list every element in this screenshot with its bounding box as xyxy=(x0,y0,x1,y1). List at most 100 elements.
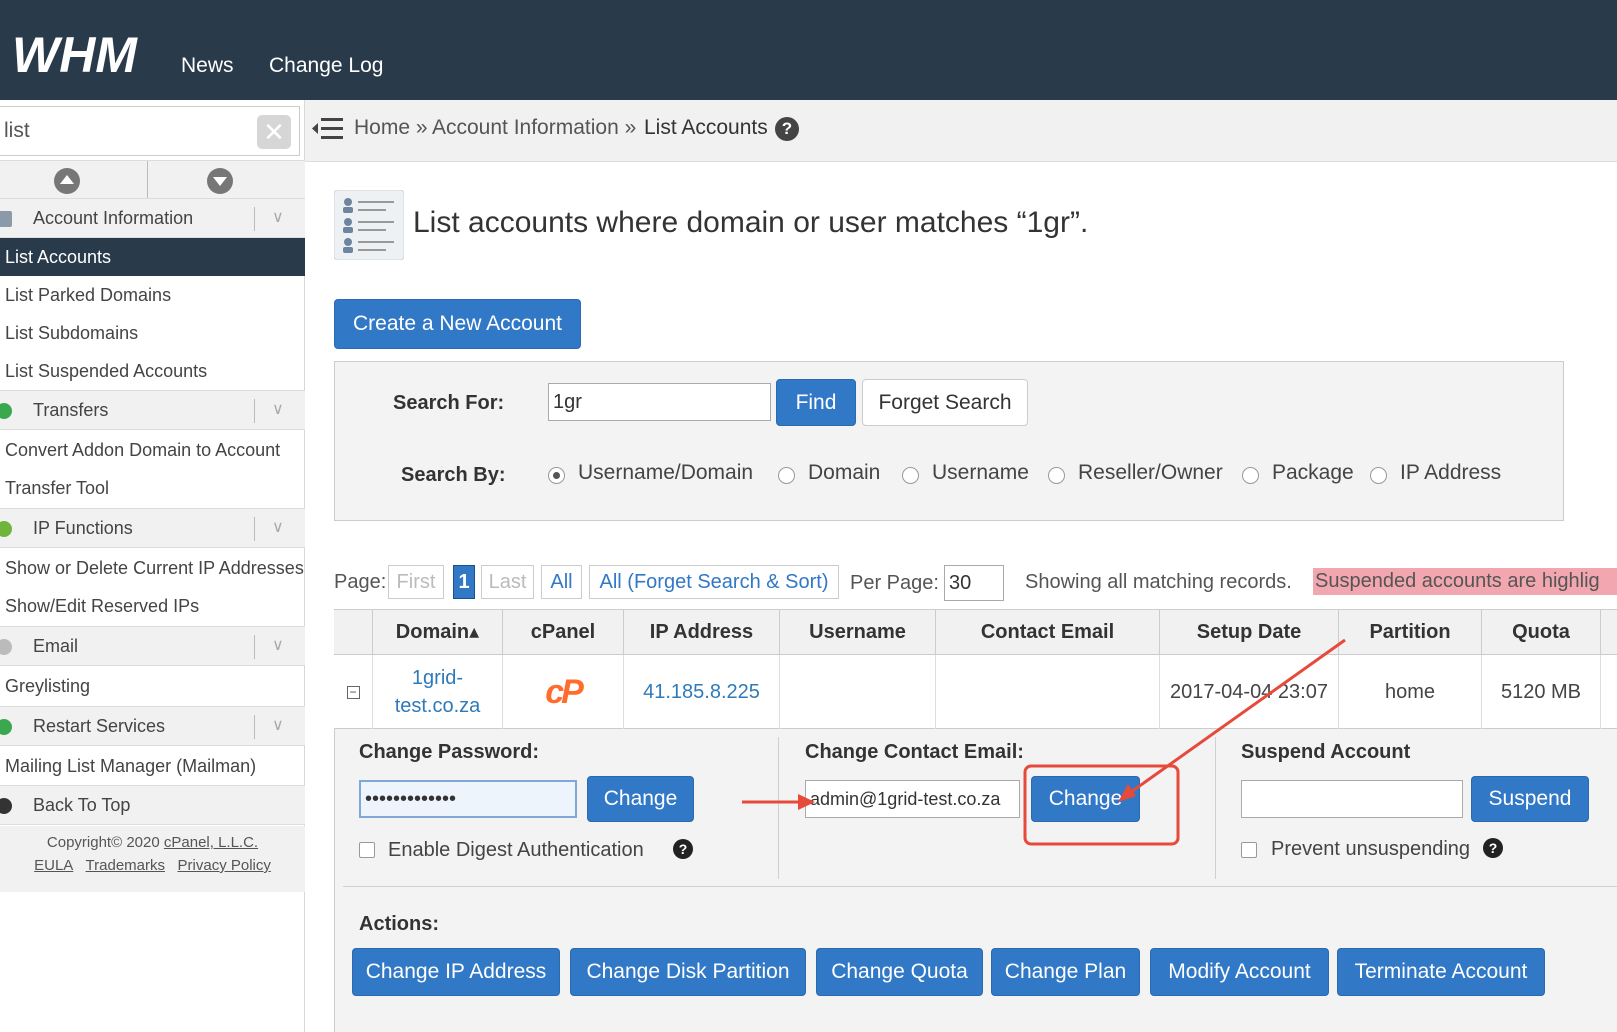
radio-label: IP Address xyxy=(1400,461,1502,484)
radio-domain[interactable] xyxy=(778,467,795,484)
domain-link[interactable]: 1grid- test.co.za xyxy=(373,655,503,729)
sidebar-item-convert-addon[interactable]: Convert Addon Domain to Account xyxy=(0,431,305,469)
sidebar-category-restart-services[interactable]: Restart Services ∨ xyxy=(0,706,305,746)
sidebar-item-show-delete-ips[interactable]: Show or Delete Current IP Addresses xyxy=(0,549,305,587)
breadcrumb-account-information[interactable]: Account Information » xyxy=(432,116,636,140)
sidebar-category-email[interactable]: Email ∨ xyxy=(0,626,305,666)
sidebar-item-reserved-ips[interactable]: Show/Edit Reserved IPs xyxy=(0,587,305,625)
breadcrumb: Home » Account Information » List Accoun… xyxy=(305,100,1617,162)
col-partition[interactable]: Partition xyxy=(1339,610,1482,656)
breadcrumb-home[interactable]: Home » xyxy=(354,116,428,140)
sidebar-item-transfer-tool[interactable]: Transfer Tool xyxy=(0,469,305,507)
sidebar-item-list-accounts[interactable]: List Accounts xyxy=(0,238,305,276)
help-icon[interactable]: ? xyxy=(1483,838,1503,858)
nav-change-log[interactable]: Change Log xyxy=(269,54,383,78)
col-username[interactable]: Username xyxy=(780,610,936,656)
suspend-button[interactable]: Suspend xyxy=(1471,776,1589,822)
col-domain[interactable]: Domain▴ xyxy=(373,610,503,656)
email-icon xyxy=(0,639,12,655)
setup-date-cell: 2017-04-04 23:07 xyxy=(1160,655,1339,729)
change-disk-partition-button[interactable]: Change Disk Partition xyxy=(570,948,806,996)
chevron-down-icon: ∨ xyxy=(272,519,284,536)
suspend-reason-input[interactable] xyxy=(1241,780,1463,818)
change-password-button[interactable]: Change xyxy=(587,776,694,822)
search-input[interactable] xyxy=(548,383,771,421)
col-ip-address[interactable]: IP Address xyxy=(624,610,780,656)
chevron-down-icon: ∨ xyxy=(272,637,284,654)
change-quota-button[interactable]: Change Quota xyxy=(816,948,983,996)
account-detail-panel: Change Password: Change Enable Digest Au… xyxy=(334,729,1617,1032)
nav-news[interactable]: News xyxy=(181,54,234,78)
page-label: Page: xyxy=(334,571,387,593)
ip-icon xyxy=(0,521,12,537)
col-contact-email[interactable]: Contact Email xyxy=(936,610,1160,656)
find-button[interactable]: Find xyxy=(776,379,856,426)
change-password-label: Change Password: xyxy=(359,741,540,763)
forget-search-button[interactable]: Forget Search xyxy=(862,379,1028,426)
eula-link[interactable]: EULA xyxy=(34,857,73,874)
partition-cell: home xyxy=(1339,655,1482,729)
trademarks-link[interactable]: Trademarks xyxy=(86,857,165,874)
change-email-button[interactable]: Change xyxy=(1031,776,1140,822)
chevron-down-icon: ∨ xyxy=(272,717,284,734)
digest-auth-label: Enable Digest Authentication xyxy=(388,839,644,861)
page-last-button[interactable]: Last xyxy=(481,565,534,599)
ip-address-link[interactable]: 41.185.8.225 xyxy=(624,655,780,729)
modify-account-button[interactable]: Modify Account xyxy=(1150,948,1329,996)
copyright-text: Copyright© 2020 xyxy=(46,834,160,851)
sidebar-item-list-subdomains[interactable]: List Subdomains xyxy=(0,314,305,352)
help-icon[interactable]: ? xyxy=(775,117,799,141)
radio-package[interactable] xyxy=(1242,467,1259,484)
col-setup-date[interactable]: Setup Date xyxy=(1160,610,1339,656)
prevent-unsuspend-checkbox[interactable] xyxy=(1241,842,1257,858)
create-account-button[interactable]: Create a New Account xyxy=(334,299,581,349)
radio-username-domain[interactable] xyxy=(548,467,565,484)
terminate-account-button[interactable]: Terminate Account xyxy=(1337,948,1545,996)
sidebar-category-account-information[interactable]: Account Information ∨ xyxy=(0,198,305,238)
row-collapse-icon[interactable]: − xyxy=(334,655,373,729)
accounts-table-header: Domain▴ cPanel IP Address Username Conta… xyxy=(334,609,1617,656)
page-all-forget-button[interactable]: All (Forget Search & Sort) xyxy=(589,565,839,599)
suspended-note: Suspended accounts are highlig xyxy=(1313,568,1617,595)
radio-reseller-owner[interactable] xyxy=(1048,467,1065,484)
transfer-icon xyxy=(0,403,12,419)
change-email-label: Change Contact Email: xyxy=(805,741,1024,763)
sidebar-item-greylisting[interactable]: Greylisting xyxy=(0,667,305,705)
back-to-top[interactable]: Back To Top xyxy=(0,785,305,825)
page-title: List accounts where domain or user match… xyxy=(413,206,1089,239)
sidebar-search-input[interactable] xyxy=(4,115,244,147)
password-input[interactable] xyxy=(359,780,577,818)
sidebar-item-list-parked-domains[interactable]: List Parked Domains xyxy=(0,276,305,314)
top-header: WHM News Change Log xyxy=(0,0,1617,100)
page-all-button[interactable]: All xyxy=(541,565,582,599)
sidebar-category-transfers[interactable]: Transfers ∨ xyxy=(0,390,305,430)
radio-label: Reseller/Owner xyxy=(1078,461,1223,484)
page-first-button[interactable]: First xyxy=(388,565,444,599)
radio-ip-address[interactable] xyxy=(1370,467,1387,484)
menu-toggle-icon[interactable] xyxy=(312,116,344,142)
change-plan-button[interactable]: Change Plan xyxy=(991,948,1140,996)
sidebar-category-ip-functions[interactable]: IP Functions ∨ xyxy=(0,508,305,548)
change-ip-address-button[interactable]: Change IP Address xyxy=(352,948,560,996)
showing-status: Showing all matching records. xyxy=(1025,571,1292,593)
chevron-down-icon: ∨ xyxy=(272,401,284,418)
expand-all-icon[interactable] xyxy=(207,168,233,194)
radio-username[interactable] xyxy=(902,467,919,484)
privacy-policy-link[interactable]: Privacy Policy xyxy=(178,857,271,874)
page-current[interactable]: 1 xyxy=(453,565,475,599)
clear-search-icon[interactable]: ✕ xyxy=(257,115,291,149)
whm-logo[interactable]: WHM xyxy=(12,27,157,83)
cpanel-icon[interactable]: cP xyxy=(503,655,624,729)
contact-email-input[interactable] xyxy=(805,780,1020,818)
per-page-input[interactable] xyxy=(944,565,1004,601)
digest-auth-checkbox[interactable] xyxy=(359,842,375,858)
help-icon[interactable]: ? xyxy=(673,839,693,859)
actions-label: Actions: xyxy=(359,913,439,935)
col-quota[interactable]: Quota xyxy=(1482,610,1601,656)
sidebar-item-list-suspended-accounts[interactable]: List Suspended Accounts xyxy=(0,352,305,390)
account-icon xyxy=(0,211,12,227)
sidebar-item-mailman[interactable]: Mailing List Manager (Mailman) xyxy=(0,747,305,785)
company-link[interactable]: cPanel, L.L.C. xyxy=(164,834,258,851)
collapse-all-icon[interactable] xyxy=(54,168,80,194)
sort-asc-icon: ▴ xyxy=(469,621,480,643)
